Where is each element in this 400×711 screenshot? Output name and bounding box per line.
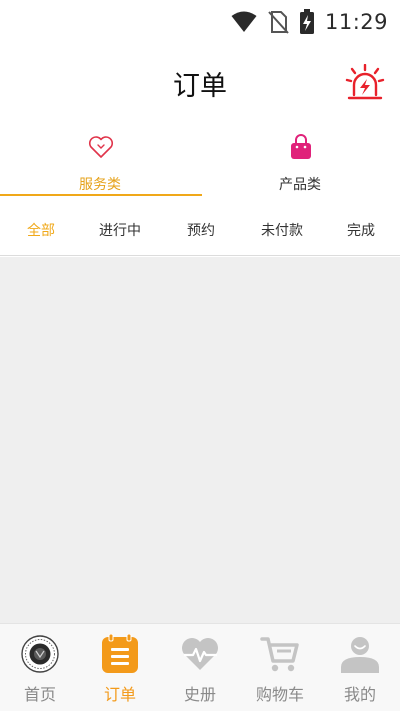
status-bar: 11:29	[0, 0, 400, 44]
tab-profile[interactable]: 我的	[320, 624, 400, 711]
tab-label-profile: 我的	[343, 685, 376, 704]
tab-label-cart: 购物车	[255, 685, 304, 704]
heart-outline-icon	[88, 136, 114, 158]
filter-appointment[interactable]: 预约	[187, 220, 215, 240]
home-emblem-icon	[21, 635, 59, 673]
bottom-tab-bar: 首页 订单 史册 购物车 我的	[0, 623, 400, 711]
active-category-indicator	[0, 194, 202, 196]
filter-unpaid[interactable]: 未付款	[261, 220, 303, 240]
tab-label-history: 史册	[183, 685, 216, 704]
heart-pulse-icon	[182, 638, 218, 670]
tab-home[interactable]: 首页	[0, 624, 80, 711]
order-list-icon	[102, 634, 138, 673]
emergency-alarm-icon[interactable]	[345, 64, 385, 102]
shopping-bag-icon	[291, 134, 311, 159]
wifi-icon	[231, 11, 257, 32]
category-tabs: 服务类 产品类	[0, 128, 400, 198]
category-label-product: 产品类	[279, 177, 321, 193]
user-profile-icon	[341, 637, 379, 673]
header-bar: 订单	[0, 50, 400, 114]
status-clock: 11:29	[324, 10, 388, 34]
tab-orders[interactable]: 订单	[80, 624, 160, 711]
tab-cart[interactable]: 购物车	[240, 624, 320, 711]
no-sim-icon	[268, 11, 289, 34]
filter-all[interactable]: 全部	[27, 220, 55, 240]
order-list-area[interactable]	[0, 257, 400, 623]
order-status-filters: 全部 进行中 预约 未付款 完成	[0, 200, 400, 256]
page-title: 订单	[173, 71, 227, 102]
tab-label-orders: 订单	[103, 685, 136, 704]
tab-history[interactable]: 史册	[160, 624, 240, 711]
category-label-service: 服务类	[79, 177, 121, 193]
category-tab-product[interactable]: 产品类	[200, 128, 400, 194]
category-tab-service[interactable]: 服务类	[0, 128, 200, 194]
filter-in-progress[interactable]: 进行中	[99, 220, 141, 240]
tab-label-home: 首页	[23, 685, 56, 704]
battery-charging-icon	[299, 9, 314, 34]
filter-completed[interactable]: 完成	[347, 220, 375, 240]
shopping-cart-icon	[260, 637, 299, 672]
